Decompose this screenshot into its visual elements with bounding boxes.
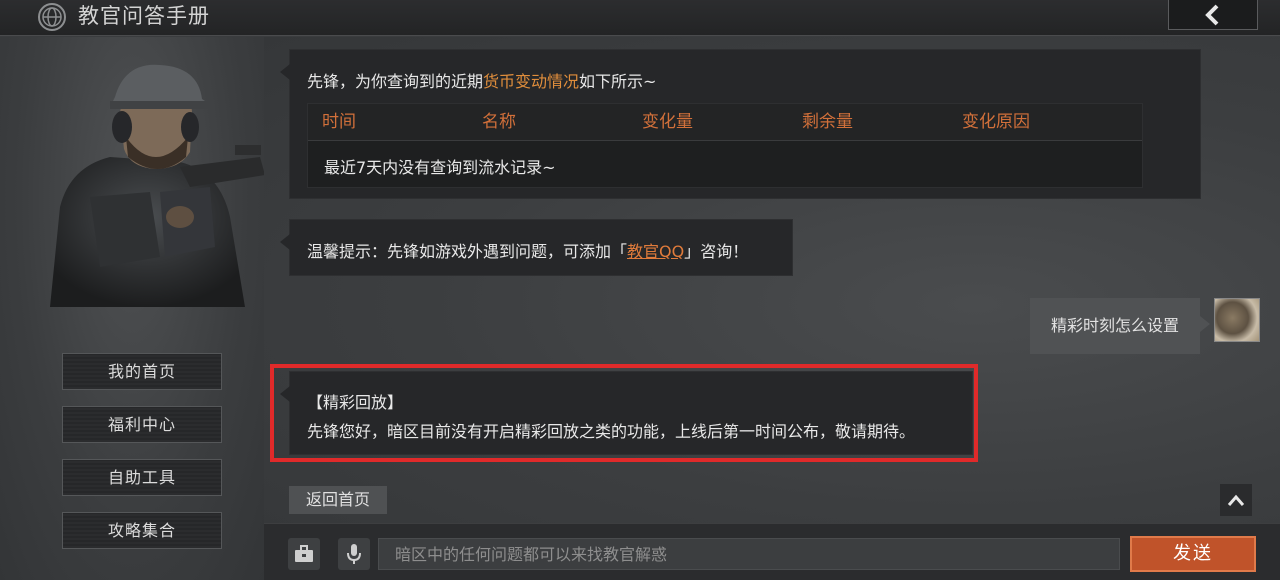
page-title: 教官问答手册: [78, 4, 210, 28]
table-empty-text: 最近7天内没有查询到流水记录~: [324, 158, 556, 177]
chevron-up-icon: [1227, 494, 1245, 506]
col-reason: 变化原因: [962, 112, 1030, 132]
scroll-up-button[interactable]: [1220, 484, 1252, 516]
microphone-icon: [347, 544, 361, 564]
chat-input[interactable]: [378, 538, 1120, 570]
instructor-portrait: [50, 64, 265, 307]
toolbox-icon: [295, 545, 313, 562]
message-text: 温馨提示：先锋如游戏外遇到问题，可添加「: [307, 242, 628, 261]
user-message: 精彩时刻怎么设置: [1030, 298, 1210, 354]
toolbox-button[interactable]: [288, 538, 320, 570]
user-message-text: 精彩时刻怎么设置: [1050, 316, 1179, 335]
microphone-button[interactable]: [338, 538, 370, 570]
currency-table: 时间 名称 变化量 剩余量 变化原因 最近7天内没有查询到流水记录~: [307, 103, 1143, 188]
bot-message-tip: 温馨提示：先锋如游戏外遇到问题，可添加「教官QQ」咨询！: [280, 219, 793, 276]
input-bar: 发送: [264, 523, 1280, 580]
bubble-tail: [280, 234, 290, 250]
bot-message-currency: 先锋，为你查询到的近期货币变动情况如下所示~ 时间 名称 变化量 剩余量 变化原…: [280, 49, 1201, 199]
nav-self-service-tools[interactable]: 自助工具: [62, 459, 222, 496]
header-bar: 教官问答手册: [0, 0, 1280, 36]
col-remaining: 剩余量: [802, 112, 853, 132]
user-avatar: [1214, 298, 1260, 342]
col-change: 变化量: [642, 112, 693, 132]
back-button[interactable]: [1168, 0, 1258, 30]
message-text: 先锋，为你查询到的近期: [307, 72, 484, 91]
chevron-left-icon: [1205, 4, 1219, 25]
highlight-frame: [270, 364, 978, 462]
return-home-button[interactable]: 返回首页: [289, 486, 387, 514]
table-header: 时间 名称 变化量 剩余量 变化原因: [308, 104, 1142, 141]
nav-guide-collection[interactable]: 攻略集合: [62, 512, 222, 549]
nav-welfare-center[interactable]: 福利中心: [62, 406, 222, 443]
message-text: 」咨询！: [684, 242, 749, 261]
col-name: 名称: [482, 112, 516, 132]
message-text: 如下所示~: [579, 72, 657, 91]
currency-message-text: 先锋，为你查询到的近期货币变动情况如下所示~: [307, 68, 656, 92]
send-button[interactable]: 发送: [1130, 536, 1256, 572]
instructor-qq-link[interactable]: 教官QQ: [627, 242, 684, 261]
left-panel: 我的首页 福利中心 自助工具 攻略集合: [0, 37, 265, 580]
tip-text: 温馨提示：先锋如游戏外遇到问题，可添加「教官QQ」咨询！: [307, 238, 748, 262]
col-time: 时间: [322, 112, 356, 132]
nav-my-home[interactable]: 我的首页: [62, 353, 222, 390]
globe-icon: [38, 3, 66, 31]
currency-highlight: 货币变动情况: [483, 72, 580, 91]
bubble-tail: [1200, 316, 1210, 332]
bubble-tail: [280, 64, 290, 80]
